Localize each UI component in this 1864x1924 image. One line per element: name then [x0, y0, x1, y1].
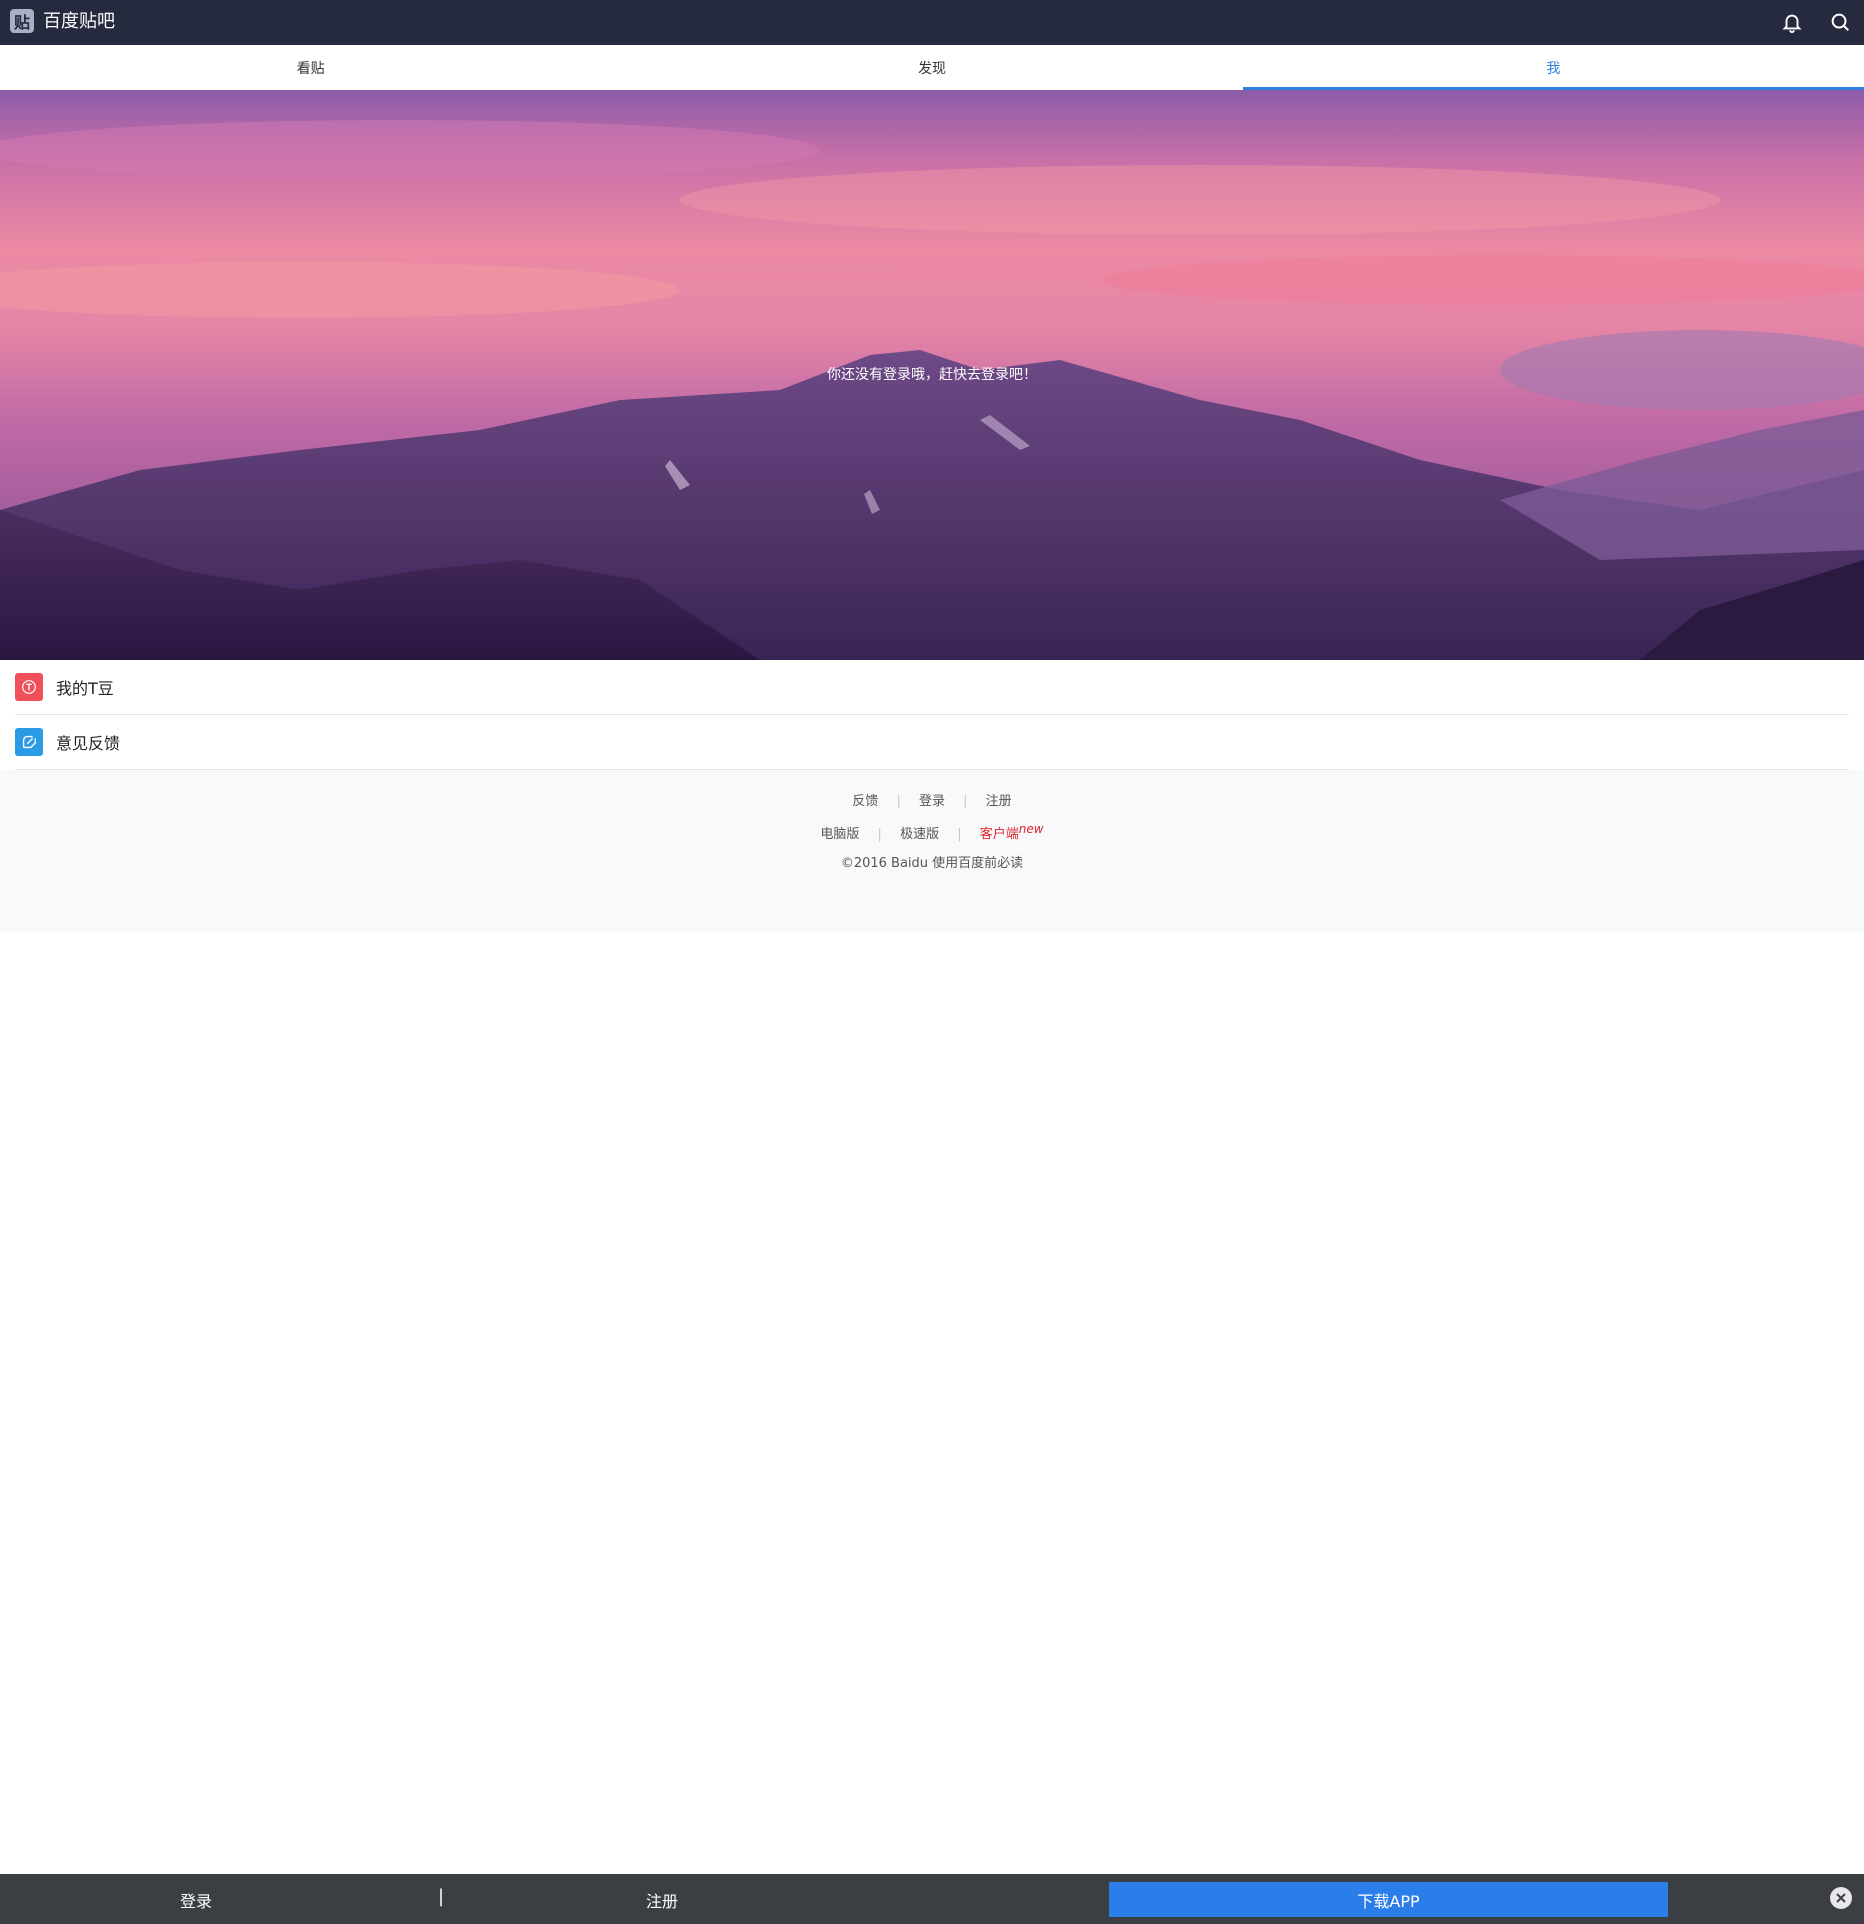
footer-separator: |: [877, 827, 882, 842]
footer-feedback-link[interactable]: 反馈: [852, 794, 878, 809]
me-menu-list: 我的T豆 意见反馈: [0, 660, 1864, 770]
footer-login-link[interactable]: 登录: [919, 794, 945, 809]
footer-row-versions: 电脑版 | 极速版 | 客户端new: [0, 822, 1864, 842]
footer-client-link[interactable]: 客户端new: [979, 822, 1044, 842]
search-icon[interactable]: [1827, 9, 1853, 35]
bottom-login-button[interactable]: 登录: [180, 1888, 212, 1912]
bottom-divider: |: [438, 1886, 445, 1907]
feedback-icon: [15, 728, 43, 756]
list-item-my-tdou[interactable]: 我的T豆: [15, 660, 1849, 715]
footer-row-links: 反馈 | 登录 | 注册: [0, 790, 1864, 809]
close-icon[interactable]: [1830, 1887, 1852, 1909]
bell-icon[interactable]: [1779, 9, 1805, 35]
tieba-logo-icon[interactable]: 贴: [10, 9, 34, 33]
footer-lite-version-link[interactable]: 极速版: [900, 827, 939, 842]
footer-register-link[interactable]: 注册: [986, 794, 1012, 809]
bottom-action-bar: 登录 | 注册 下载APP: [0, 1874, 1864, 1924]
tab-bar: 看贴 发现 我: [0, 45, 1864, 90]
footer-client-label: 客户端: [979, 827, 1019, 842]
list-label-my-tdou: 我的T豆: [56, 679, 114, 698]
tab-discover[interactable]: 发现: [621, 45, 1242, 90]
footer-copyright[interactable]: ©2016 Baidu 使用百度前必读: [0, 852, 1864, 871]
profile-banner: 你还没有登录哦，赶快去登录吧！: [0, 90, 1864, 660]
tab-view-posts[interactable]: 看贴: [0, 45, 621, 90]
list-item-feedback[interactable]: 意见反馈: [15, 715, 1849, 770]
t-coin-icon: [15, 673, 43, 701]
page-footer: 反馈 | 登录 | 注册 电脑版 | 极速版 | 客户端new ©2016 Ba…: [0, 770, 1864, 932]
download-app-button[interactable]: 下载APP: [1109, 1882, 1668, 1917]
bottom-register-button[interactable]: 注册: [646, 1888, 678, 1912]
top-header: 贴 百度贴吧: [0, 0, 1864, 45]
login-prompt-text[interactable]: 你还没有登录哦，赶快去登录吧！: [0, 364, 1864, 384]
footer-separator: |: [957, 827, 962, 842]
footer-separator: |: [963, 794, 968, 809]
tab-me[interactable]: 我: [1242, 45, 1864, 90]
app-title: 百度贴吧: [43, 11, 115, 32]
new-badge: new: [1018, 822, 1044, 836]
footer-pc-version-link[interactable]: 电脑版: [820, 827, 859, 842]
footer-separator: |: [896, 794, 901, 809]
list-label-feedback: 意见反馈: [56, 734, 121, 753]
